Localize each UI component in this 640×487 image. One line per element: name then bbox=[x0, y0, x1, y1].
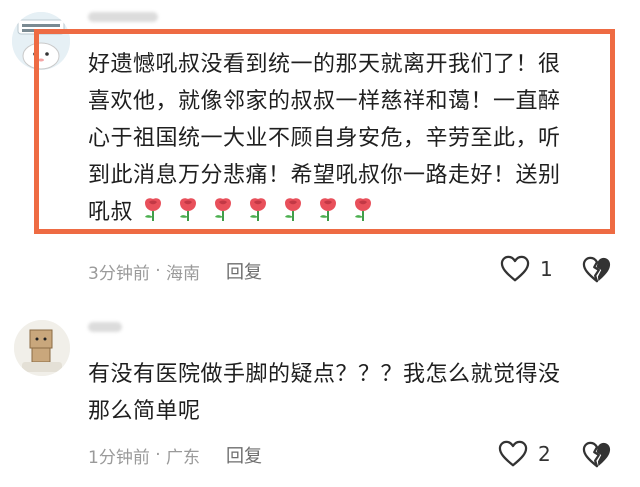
comment-item: 好遗憾吼叔没看到统一的那天就离开我们了！很 喜欢他，就像邻家的叔叔一样慈祥和蔼！… bbox=[0, 0, 640, 300]
comment-text: 有没有医院做手脚的疑点？？？我怎么就觉得没 那么简单呢 bbox=[88, 362, 561, 424]
broken-heart-icon[interactable] bbox=[582, 256, 612, 284]
like-button[interactable]: 1 bbox=[500, 255, 553, 283]
like-button[interactable]: 2 bbox=[498, 440, 551, 468]
comment-time: 1分钟前 bbox=[88, 447, 150, 468]
avatar[interactable] bbox=[14, 320, 70, 376]
rose-emoji-row bbox=[141, 196, 375, 222]
comment-time: 3分钟前 bbox=[88, 263, 150, 284]
broken-heart-icon[interactable] bbox=[582, 441, 612, 469]
comment-location: 海南 bbox=[166, 263, 201, 284]
rose-icon bbox=[285, 198, 302, 221]
meta-separator: · bbox=[149, 261, 167, 281]
comment-text: 好遗憾吼叔没看到统一的那天就离开我们了！很 喜欢他，就像邻家的叔叔一样慈祥和蔼！… bbox=[88, 46, 608, 231]
comment-meta: 1分钟前 · 广东 回复 bbox=[88, 442, 262, 468]
like-count: 2 bbox=[538, 442, 551, 466]
comment-location: 广东 bbox=[166, 447, 201, 468]
heart-outline-icon bbox=[498, 440, 528, 467]
comment-meta: 3分钟前 · 海南 回复 bbox=[88, 258, 262, 284]
rose-icon bbox=[180, 198, 197, 221]
rose-icon bbox=[145, 198, 162, 221]
rose-icon bbox=[320, 198, 337, 221]
rose-icon bbox=[355, 198, 372, 221]
comment-item: 有没有医院做手脚的疑点？？？我怎么就觉得没 那么简单呢 1分钟前 · 广东 回复… bbox=[0, 300, 640, 487]
avatar[interactable] bbox=[12, 12, 70, 70]
reply-button[interactable]: 回复 bbox=[226, 258, 262, 284]
rose-icon bbox=[250, 198, 267, 221]
rose-icon bbox=[215, 198, 232, 221]
username-blurred[interactable] bbox=[88, 12, 158, 22]
meta-separator: · bbox=[149, 445, 167, 465]
reply-button[interactable]: 回复 bbox=[226, 442, 262, 468]
heart-outline-icon bbox=[500, 255, 530, 282]
like-count: 1 bbox=[540, 257, 553, 281]
username-blurred[interactable] bbox=[88, 322, 122, 332]
